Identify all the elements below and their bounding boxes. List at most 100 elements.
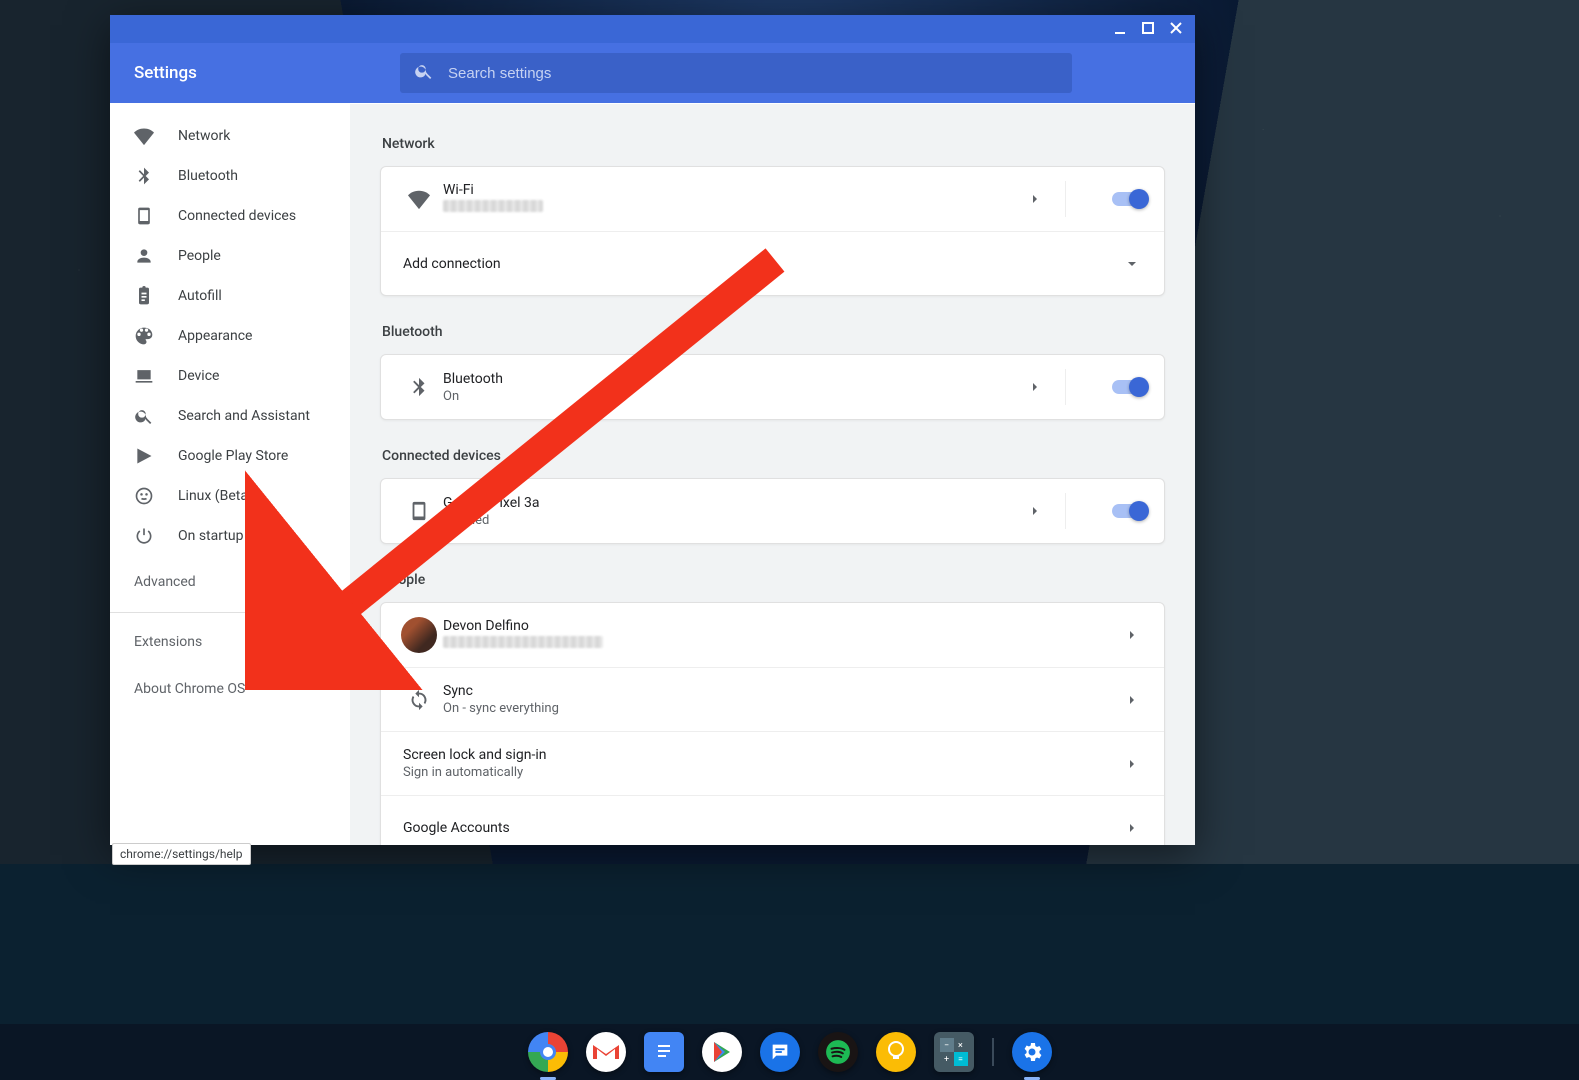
chevron-right-icon [1021,506,1049,516]
phone-icon [134,206,154,226]
connected-devices-card: Google Pixel 3a Enabled [380,478,1165,544]
connected-toggle[interactable] [1112,504,1146,518]
profile-row[interactable]: Devon Delfino [381,603,1164,667]
chevron-right-icon [1021,382,1049,392]
bluetooth-row[interactable]: Bluetooth On [381,355,1164,419]
sidebar-advanced-toggle[interactable]: Advanced [110,556,350,608]
sync-icon [399,689,439,711]
bluetooth-toggle[interactable] [1112,380,1146,394]
bluetooth-icon [134,166,154,186]
sidebar-item-network[interactable]: Network [110,116,350,156]
sidebar-item-label: Autofill [178,288,222,304]
sidebar-item-on-startup[interactable]: On startup [110,516,350,556]
page-title: Settings [110,63,400,83]
section-title-people: People [382,572,1165,588]
sidebar-item-connected-devices[interactable]: Connected devices [110,196,350,236]
sidebar-item-label: Network [178,128,230,144]
screenlock-label: Screen lock and sign-in [403,747,1118,763]
settings-app-icon[interactable] [1012,1032,1052,1072]
svg-text:=: = [958,1055,963,1065]
wifi-label: Wi-Fi [443,182,1021,198]
shelf-taskbar: −× + = [0,1024,1579,1080]
extensions-label: Extensions [134,634,202,650]
sync-row[interactable]: Sync On - sync everything [381,667,1164,731]
chrome-app-icon[interactable] [528,1032,568,1072]
wifi-ssid-redacted [443,200,1021,216]
sidebar-item-label: Connected devices [178,208,296,224]
avatar [399,617,439,653]
bluetooth-status: On [443,389,1021,404]
bluetooth-icon [399,376,439,398]
window-titlebar [110,15,1195,43]
sidebar-item-label: Bluetooth [178,168,238,184]
wifi-toggle[interactable] [1112,192,1146,206]
people-card: Devon Delfino Sync On - sync everything [380,602,1165,845]
profile-email-redacted [443,636,1118,652]
sidebar-item-device[interactable]: Device [110,356,350,396]
maximize-button[interactable] [1141,20,1155,39]
section-title-bluetooth: Bluetooth [382,324,1165,340]
chevron-right-icon [1118,759,1146,769]
search-icon [414,61,434,85]
bluetooth-card: Bluetooth On [380,354,1165,420]
device-status: Enabled [443,513,1021,528]
svg-text:−: − [944,1041,949,1051]
close-button[interactable] [1169,20,1183,39]
wifi-icon [134,126,154,146]
sidebar-item-google-play-store[interactable]: Google Play Store [110,436,350,476]
sidebar-item-search-assistant[interactable]: Search and Assistant [110,396,350,436]
profile-name: Devon Delfino [443,618,1118,634]
svg-text:+: + [944,1055,949,1065]
section-title-connected: Connected devices [382,448,1165,464]
sidebar-extensions[interactable]: Extensions [110,617,350,667]
settings-window: Settings Network Bluetooth Connected dev… [110,15,1195,845]
gmail-app-icon[interactable] [586,1032,626,1072]
google-accounts-row[interactable]: Google Accounts [381,795,1164,845]
chevron-right-icon [1118,695,1146,705]
sidebar-item-label: Search and Assistant [178,408,310,424]
settings-sidebar: Network Bluetooth Connected devices Peop… [110,104,350,845]
header-bar: Settings [110,43,1195,103]
open-in-new-icon [308,631,326,653]
sidebar-about-chrome-os[interactable]: About Chrome OS [110,667,350,711]
calculator-app-icon[interactable]: −× + = [934,1032,974,1072]
sidebar-item-autofill[interactable]: Autofill [110,276,350,316]
person-icon [134,246,154,266]
screenlock-row[interactable]: Screen lock and sign-in Sign in automati… [381,731,1164,795]
svg-text:×: × [958,1041,963,1051]
add-connection-label: Add connection [403,256,1118,272]
power-icon [134,526,154,546]
docs-app-icon[interactable] [644,1032,684,1072]
minimize-button[interactable] [1113,20,1127,39]
linux-icon [134,486,154,506]
sync-label: Sync [443,683,1118,699]
messages-app-icon[interactable] [760,1032,800,1072]
section-title-network: Network [382,136,1165,152]
divider [110,612,350,613]
play-store-app-icon[interactable] [702,1032,742,1072]
add-connection-row[interactable]: Add connection [381,231,1164,295]
chevron-right-icon [1021,194,1049,204]
sidebar-item-label: Google Play Store [178,448,288,464]
bluetooth-label: Bluetooth [443,371,1021,387]
separator [1065,493,1066,529]
magnifier-icon [134,406,154,426]
sidebar-item-people[interactable]: People [110,236,350,276]
sidebar-item-label: Appearance [178,328,252,344]
sidebar-item-bluetooth[interactable]: Bluetooth [110,156,350,196]
sidebar-item-linux[interactable]: Linux (Beta) [110,476,350,516]
separator [1065,181,1066,217]
keep-app-icon[interactable] [876,1032,916,1072]
sidebar-item-appearance[interactable]: Appearance [110,316,350,356]
search-settings[interactable] [400,53,1072,93]
sidebar-item-label: On startup [178,528,244,544]
connected-device-row[interactable]: Google Pixel 3a Enabled [381,479,1164,543]
settings-content: Network Wi-Fi Add connection Bl [350,104,1195,845]
spotify-app-icon[interactable] [818,1032,858,1072]
wifi-row[interactable]: Wi-Fi [381,167,1164,231]
chevron-right-icon [1118,630,1146,640]
play-icon [134,446,154,466]
search-input[interactable] [448,65,1058,82]
palette-icon [134,326,154,346]
chevron-right-icon [1118,823,1146,833]
